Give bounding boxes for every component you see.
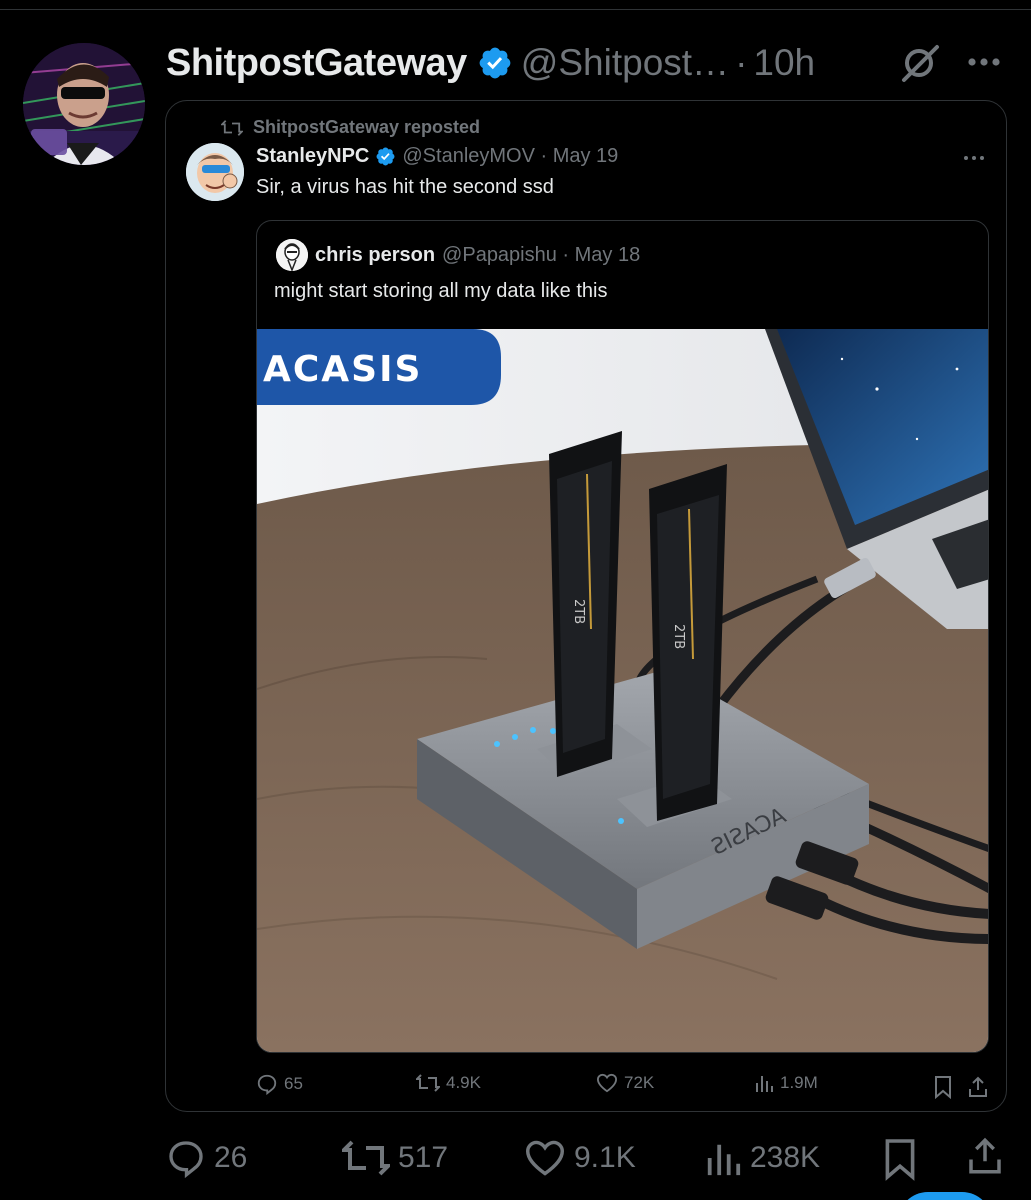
repost-button[interactable]: 517	[342, 1135, 448, 1181]
like-button[interactable]: 9.1K	[524, 1135, 636, 1181]
avatar-image	[23, 43, 145, 165]
brand-banner-text: ACASIS	[263, 349, 422, 390]
repost-indicator: ShitpostGateway reposted	[221, 117, 480, 138]
repost-icon	[221, 119, 243, 136]
share-icon[interactable]	[966, 1075, 990, 1099]
quote-photo[interactable]: ACASIS 2TB 2TB ACASIS	[257, 329, 988, 1052]
more-options-icon[interactable]	[960, 151, 988, 165]
grok-icon[interactable]	[899, 42, 941, 84]
bookmark-icon[interactable]	[933, 1075, 953, 1099]
quote-header: chris person @Papapishu · May 18	[315, 244, 640, 267]
quote-author-name[interactable]: chris person	[315, 244, 435, 267]
retweet-reply-button[interactable]: 65	[256, 1073, 303, 1095]
quoted-tweet[interactable]: chris person @Papapishu · May 18 might s…	[256, 220, 989, 1053]
ssd-capacity-label: 2TB	[671, 624, 686, 649]
retweet-reply-count: 65	[284, 1074, 303, 1093]
repost-icon	[342, 1140, 390, 1176]
retweet-action-bar: 65 4.9K 72K 1.9M	[256, 1073, 996, 1103]
retweet-author-name[interactable]: StanleyNPC	[256, 145, 369, 168]
retweet-text: Sir, a virus has hit the second ssd	[256, 176, 554, 198]
repost-label[interactable]: ShitpostGateway reposted	[253, 117, 480, 138]
verified-badge-icon	[376, 147, 395, 166]
ssd-dock-photo: ACASIS 2TB 2TB ACASIS	[257, 329, 988, 1052]
like-count: 9.1K	[574, 1141, 636, 1174]
views-icon	[707, 1144, 741, 1176]
top-divider	[0, 9, 1031, 10]
views-icon	[756, 1076, 773, 1092]
retweet-like-count: 72K	[624, 1073, 655, 1092]
reply-button[interactable]: 26	[166, 1135, 247, 1181]
retweet-repost-button[interactable]: 4.9K	[416, 1073, 481, 1093]
retweet-repost-count: 4.9K	[446, 1073, 481, 1092]
tweet-header: ShitpostGateway @Shitpost… · 10h	[166, 38, 815, 88]
tweet-time[interactable]: 10h	[753, 42, 815, 84]
share-icon[interactable]	[964, 1135, 1006, 1177]
author-name[interactable]: ShitpostGateway	[166, 42, 467, 85]
avatar-image	[276, 239, 308, 271]
quote-text: might start storing all my data like thi…	[274, 280, 608, 302]
tweet-action-bar: 26 517 9.1K 238K	[166, 1135, 1006, 1185]
embedded-repost-card[interactable]: ShitpostGateway reposted StanleyNPC @Sta…	[165, 100, 1007, 1112]
retweet-view-count: 1.9M	[780, 1073, 818, 1092]
reply-icon	[169, 1141, 203, 1178]
retweet-handle-date[interactable]: @StanleyMOV · May 19	[402, 145, 618, 168]
retweet-author-avatar[interactable]	[186, 143, 244, 201]
repost-icon	[416, 1074, 440, 1092]
quote-author-avatar[interactable]	[276, 239, 308, 271]
author-handle[interactable]: @Shitpost…	[521, 42, 729, 84]
compose-fab-edge[interactable]	[898, 1192, 992, 1200]
heart-icon	[596, 1073, 618, 1093]
meta-separator: ·	[735, 42, 748, 83]
ssd-capacity-label: 2TB	[571, 599, 586, 624]
retweet-views-button[interactable]: 1.9M	[754, 1073, 818, 1093]
reply-count: 26	[214, 1141, 248, 1174]
retweet-like-button[interactable]: 72K	[596, 1073, 654, 1093]
quote-handle-date[interactable]: @Papapishu · May 18	[442, 244, 640, 267]
reply-icon	[257, 1074, 277, 1095]
bookmark-icon[interactable]	[882, 1137, 918, 1181]
retweet-header: StanleyNPC @StanleyMOV · May 19	[256, 145, 618, 168]
view-count: 238K	[750, 1141, 821, 1174]
repost-count: 517	[398, 1141, 449, 1174]
heart-icon	[525, 1140, 565, 1176]
views-button[interactable]: 238K	[704, 1135, 820, 1181]
more-options-icon[interactable]	[962, 44, 1006, 80]
avatar-image	[186, 143, 244, 201]
author-avatar[interactable]	[23, 43, 145, 165]
verified-badge-icon	[479, 47, 511, 79]
